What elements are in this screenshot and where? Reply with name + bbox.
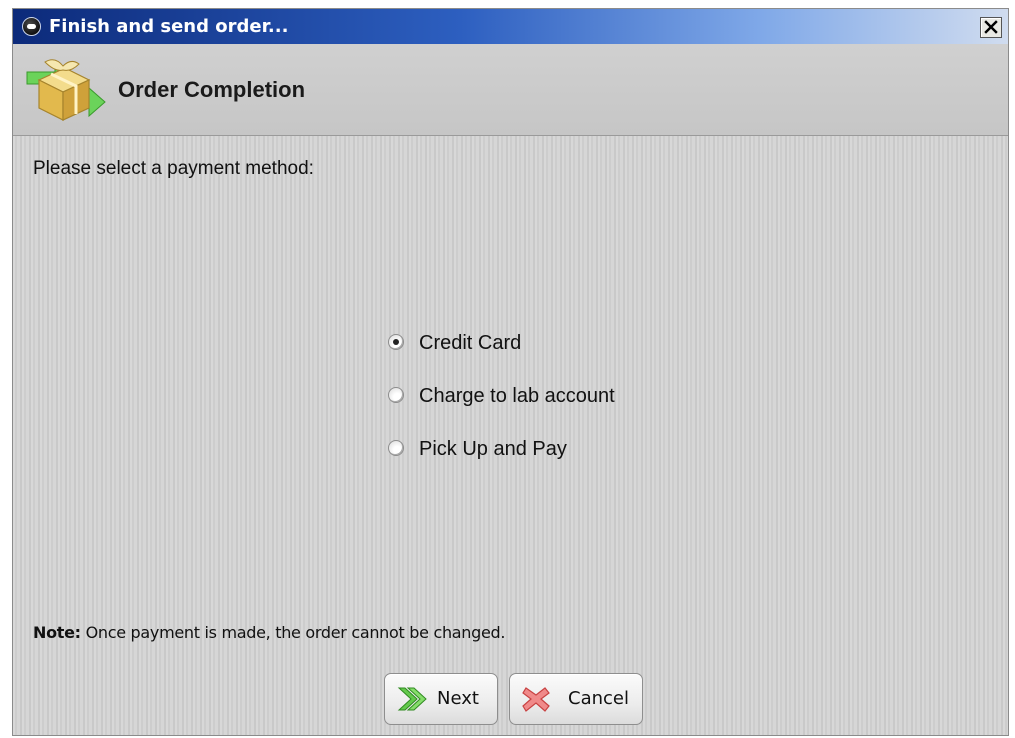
radio-button[interactable] bbox=[388, 440, 404, 456]
package-icon bbox=[26, 59, 106, 121]
title-bar[interactable]: Finish and send order... bbox=[13, 9, 1008, 44]
window-title: Finish and send order... bbox=[49, 16, 289, 37]
next-button-label: Next bbox=[437, 688, 479, 709]
radio-button-checked[interactable] bbox=[388, 334, 404, 350]
next-button[interactable]: Next bbox=[384, 673, 498, 725]
app-icon bbox=[22, 17, 41, 36]
double-chevron-right-icon bbox=[397, 687, 427, 711]
header-title: Order Completion bbox=[118, 77, 306, 102]
radio-label[interactable]: Pick Up and Pay bbox=[419, 437, 567, 461]
radio-button[interactable] bbox=[388, 387, 404, 403]
close-icon bbox=[984, 20, 998, 34]
payment-note: Note: Once payment is made, the order ca… bbox=[33, 623, 505, 642]
order-dialog-window: Finish and send order... Order Completio… bbox=[12, 8, 1009, 736]
radio-label[interactable]: Charge to lab account bbox=[419, 384, 615, 408]
note-text: Once payment is made, the order cannot b… bbox=[80, 623, 506, 642]
cancel-x-icon bbox=[522, 687, 550, 712]
note-label: Note: bbox=[33, 623, 81, 642]
radio-label[interactable]: Credit Card bbox=[419, 331, 521, 355]
payment-prompt: Please select a payment method: bbox=[33, 158, 314, 179]
header-banner: Order Completion bbox=[13, 44, 1008, 136]
close-button[interactable] bbox=[980, 17, 1002, 38]
cancel-button[interactable]: Cancel bbox=[509, 673, 643, 725]
cancel-button-label: Cancel bbox=[568, 688, 629, 709]
